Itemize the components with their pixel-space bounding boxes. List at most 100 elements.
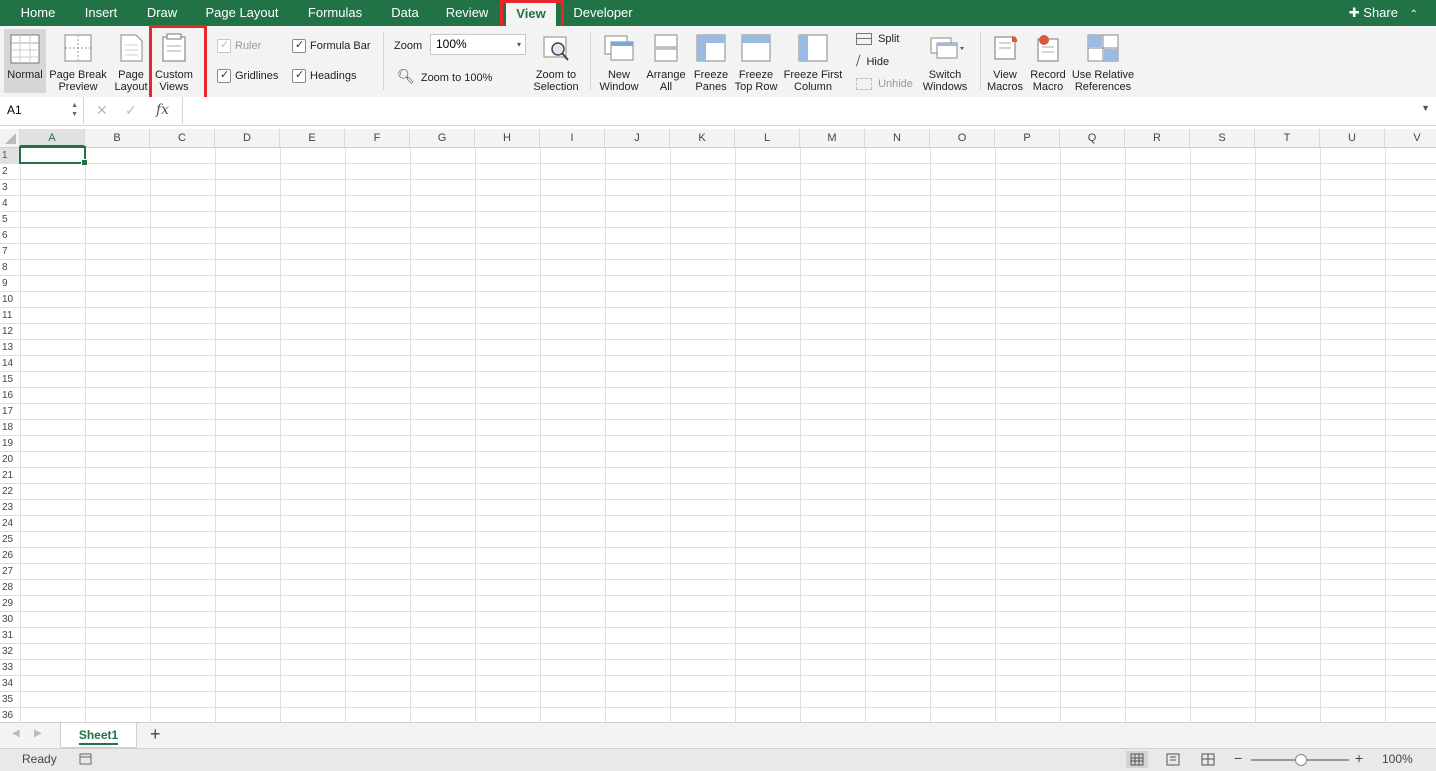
sheet-tab-sheet1[interactable]: Sheet1 [60,723,137,748]
row-header-20[interactable]: 20 [0,452,20,468]
row-header-7[interactable]: 7 [0,244,20,260]
row-header-28[interactable]: 28 [0,580,20,596]
column-header-a[interactable]: A [20,129,85,147]
column-header-l[interactable]: L [735,129,800,147]
column-header-g[interactable]: G [410,129,475,147]
row-header-17[interactable]: 17 [0,404,20,420]
tab-view[interactable]: View [506,3,556,26]
row-header-25[interactable]: 25 [0,532,20,548]
column-header-r[interactable]: R [1125,129,1190,147]
prev-sheet-icon[interactable]: ◀ [12,728,20,739]
select-all-corner[interactable] [0,129,20,147]
page-layout-status-icon[interactable] [1164,751,1182,771]
column-header-s[interactable]: S [1190,129,1255,147]
row-header-30[interactable]: 30 [0,612,20,628]
tab-review[interactable]: Review [436,0,498,26]
freeze-panes-button[interactable]: Freeze Panes [690,26,732,97]
column-header-m[interactable]: M [800,129,865,147]
page-break-status-icon[interactable] [1199,751,1217,771]
cell-area[interactable] [20,148,1436,722]
zoom-slider[interactable] [1251,754,1349,766]
row-header-11[interactable]: 11 [0,308,20,324]
zoom-to-selection-button[interactable]: Zoom to Selection [530,26,582,97]
row-header-14[interactable]: 14 [0,356,20,372]
fill-handle[interactable] [81,159,88,166]
row-header-1[interactable]: 1 [0,148,20,164]
row-header-31[interactable]: 31 [0,628,20,644]
freeze-top-row-button[interactable]: Freeze Top Row [734,26,778,97]
row-header-4[interactable]: 4 [0,196,20,212]
tab-home[interactable]: Home [10,0,66,26]
column-header-u[interactable]: U [1320,129,1385,147]
add-sheet-button[interactable]: + [150,724,161,745]
row-header-10[interactable]: 10 [0,292,20,308]
row-header-8[interactable]: 8 [0,260,20,276]
row-header-24[interactable]: 24 [0,516,20,532]
switch-windows-button[interactable]: Switch Windows [918,26,972,97]
arrange-all-button[interactable]: Arrange All [644,26,688,97]
row-header-3[interactable]: 3 [0,180,20,196]
name-box[interactable]: A1 ▲ ▼ [0,97,84,124]
column-header-f[interactable]: F [345,129,410,147]
row-header-29[interactable]: 29 [0,596,20,612]
tab-data[interactable]: Data [380,0,430,26]
enter-icon[interactable]: ✓ [125,97,137,124]
share-button[interactable]: ✚ Share ⌃ [1349,0,1418,26]
column-header-k[interactable]: K [670,129,735,147]
column-header-t[interactable]: T [1255,129,1320,147]
row-header-12[interactable]: 12 [0,324,20,340]
formula-input[interactable] [182,97,1413,124]
zoom-to-100-button[interactable]: 🔍︎ Zoom to 100% [397,68,492,84]
column-header-c[interactable]: C [150,129,215,147]
tab-insert[interactable]: Insert [72,0,130,26]
insert-function-icon[interactable]: fx [156,97,169,124]
column-header-b[interactable]: B [85,129,150,147]
row-header-6[interactable]: 6 [0,228,20,244]
tab-page-layout[interactable]: Page Layout [194,0,290,26]
macro-recording-icon[interactable] [78,751,94,770]
row-header-18[interactable]: 18 [0,420,20,436]
hide-button[interactable]: ⧸ Hide [856,53,889,69]
active-cell-a1[interactable] [19,146,88,166]
new-window-button[interactable]: New Window [596,26,642,97]
row-header-16[interactable]: 16 [0,388,20,404]
row-header-19[interactable]: 19 [0,436,20,452]
unhide-button[interactable]: Unhide [856,76,913,92]
row-header-27[interactable]: 27 [0,564,20,580]
row-header-21[interactable]: 21 [0,468,20,484]
tab-developer[interactable]: Developer [562,0,644,26]
record-macro-button[interactable]: Record Macro [1028,26,1068,97]
column-header-o[interactable]: O [930,129,995,147]
row-header-15[interactable]: 15 [0,372,20,388]
freeze-first-column-button[interactable]: Freeze First Column [782,26,844,97]
zoom-in-button[interactable]: + [1355,750,1363,766]
row-header-32[interactable]: 32 [0,644,20,660]
use-relative-references-button[interactable]: Use Relative References [1070,26,1136,97]
column-header-n[interactable]: N [865,129,930,147]
column-header-e[interactable]: E [280,129,345,147]
row-header-34[interactable]: 34 [0,676,20,692]
row-header-13[interactable]: 13 [0,340,20,356]
worksheet-grid[interactable]: ABCDEFGHIJKLMNOPQRSTUV 1 2 3 4 5 6 7 8 9 10 11 12 13… [0,129,1436,722]
row-header-9[interactable]: 9 [0,276,20,292]
normal-view-button[interactable]: Normal [4,29,46,93]
zoom-percentage[interactable]: 100% [1382,752,1413,766]
row-header-22[interactable]: 22 [0,484,20,500]
row-header-2[interactable]: 2 [0,164,20,180]
view-macros-button[interactable]: View Macros [984,26,1026,97]
column-header-v[interactable]: V [1385,129,1436,147]
column-header-h[interactable]: H [475,129,540,147]
custom-views-button[interactable]: Custom Views [152,26,196,97]
row-header-23[interactable]: 23 [0,500,20,516]
row-header-35[interactable]: 35 [0,692,20,708]
row-header-26[interactable]: 26 [0,548,20,564]
page-layout-button[interactable]: Page Layout [112,26,150,97]
next-sheet-icon[interactable]: ▶ [34,728,42,739]
tab-draw[interactable]: Draw [136,0,188,26]
expand-formula-bar-icon[interactable]: ▼ [1421,103,1430,113]
row-header-36[interactable]: 36 [0,708,20,722]
tab-formulas[interactable]: Formulas [298,0,372,26]
zoom-out-button[interactable]: − [1234,750,1242,766]
column-header-j[interactable]: J [605,129,670,147]
page-break-preview-button[interactable]: Page Break Preview [48,26,108,97]
